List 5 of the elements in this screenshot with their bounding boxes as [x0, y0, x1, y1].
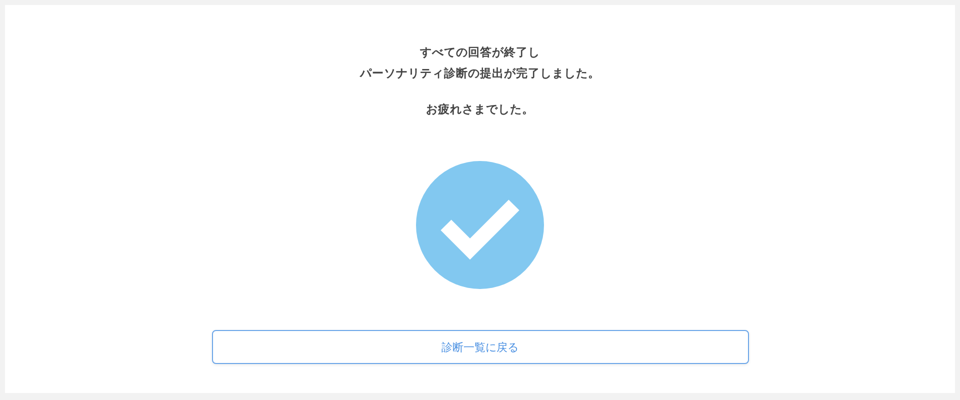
message-text: パーソナリティ診断の提出が完了しました。	[360, 65, 600, 82]
message-text: すべての回答が終了し	[420, 44, 540, 61]
back-button[interactable]: 診断一覧に戻る	[212, 330, 748, 364]
checkmark-icon	[416, 161, 544, 289]
closing-text: お疲れさまでした。	[426, 101, 534, 118]
